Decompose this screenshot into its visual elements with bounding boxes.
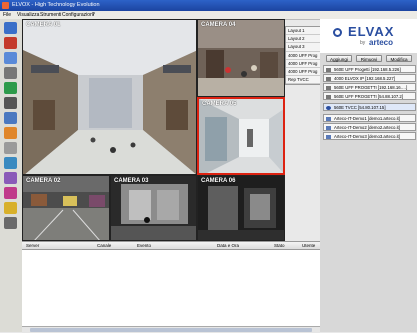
server-icon <box>326 116 331 121</box>
title-bar: ELVOX - High Technology Evolution <box>0 0 417 11</box>
server-icon <box>326 76 331 81</box>
site-item[interactable]: 560E UFF PROGETTI [192.168.16.…] <box>323 83 416 91</box>
record-icon[interactable] <box>4 37 17 49</box>
site-label: 4000 ELVOX IP [192.168.5.227] <box>334 76 395 81</box>
camera-icon[interactable] <box>4 22 17 34</box>
playback-icon[interactable] <box>4 112 17 124</box>
brand-partner: arteco <box>369 38 394 47</box>
layout-item[interactable]: Rep TVCC <box>286 76 320 85</box>
site-item[interactable]: Arteco-IT-Demo3 [demo3.arteco.it] <box>323 132 416 140</box>
site-label: 560E UFF Progetti [192.168.5.226] <box>334 67 401 72</box>
layout-item[interactable]: Layout 1 <box>286 27 320 36</box>
video-grid: CAMERA 01 CAMERA 04 CAMERA 05 CAMERA 02 … <box>22 19 285 241</box>
camera-tile-02[interactable]: CAMERA 02 <box>22 175 110 241</box>
site-label: Arteco-IT-Demo2 [demo2.arteco.it] <box>334 125 400 130</box>
camera-tile-01[interactable]: CAMERA 01 <box>22 19 197 175</box>
camera-tile-04[interactable]: CAMERA 04 <box>197 19 285 97</box>
scrollbar-thumb[interactable] <box>30 328 312 332</box>
layout-item[interactable]: 4000 UFF Prog <box>286 52 320 60</box>
column-status[interactable]: Stato <box>274 243 285 248</box>
remove-button[interactable]: Rimuovi <box>356 55 382 62</box>
column-server[interactable]: Server <box>26 243 39 248</box>
column-user[interactable]: Utente <box>302 243 315 248</box>
layout-icon[interactable] <box>4 97 17 109</box>
layout-item[interactable]: 4000 UFF Prog <box>286 60 320 68</box>
tools-icon[interactable] <box>4 217 17 229</box>
menu-file[interactable]: File <box>3 12 11 18</box>
camera-tile-06[interactable]: CAMERA 06 <box>197 175 285 241</box>
add-button[interactable]: Aggiungi <box>326 55 352 62</box>
server-icon <box>326 134 331 139</box>
layout-item[interactable]: Layout 3 <box>286 43 320 52</box>
layout-item[interactable]: Layout 2 <box>286 35 320 44</box>
user-icon[interactable] <box>4 172 17 184</box>
brand-by: by <box>360 40 366 46</box>
menu-visualizza[interactable]: Visualizza <box>17 12 39 18</box>
map-icon[interactable] <box>4 157 17 169</box>
key-icon[interactable] <box>4 202 17 214</box>
column-channel[interactable]: Canale <box>97 243 111 248</box>
camera-label-05: CAMERA 05 <box>202 101 237 107</box>
column-datetime[interactable]: Data e Ora <box>217 243 239 248</box>
site-label: Arteco-IT-Demo3 [demo3.arteco.it] <box>334 134 400 139</box>
app-icon <box>2 2 9 9</box>
camera-label-02: CAMERA 02 <box>26 178 61 184</box>
server-icon <box>326 85 331 90</box>
camera-label-06: CAMERA 06 <box>201 178 236 184</box>
connected-icon <box>326 105 331 110</box>
camera-label-03: CAMERA 03 <box>114 178 149 184</box>
event-log: Server Canale Evento Data e Ora Stato Ut… <box>22 241 320 333</box>
event-icon[interactable] <box>4 127 17 139</box>
left-toolbar <box>0 19 23 332</box>
site-label: Arteco-IT-Demo1 [demo1.arteco.it] <box>334 116 400 121</box>
site-item[interactable]: Arteco-IT-Demo1 [demo1.arteco.it] <box>323 114 416 122</box>
site-item[interactable]: 4000 ELVOX IP [192.168.5.227] <box>323 74 416 82</box>
site-item[interactable]: 560E UFF Progetti [192.168.5.226] <box>323 65 416 73</box>
search-icon[interactable] <box>4 142 17 154</box>
settings-icon[interactable] <box>4 187 17 199</box>
event-log-header: Server Canale Evento Data e Ora Stato Ut… <box>22 242 320 250</box>
action-row: Aggiungi Rimuovi Modifica <box>320 55 417 62</box>
elvox-logo-icon <box>333 28 342 37</box>
server-icon <box>326 94 331 99</box>
monitor-icon[interactable] <box>4 52 17 64</box>
menu-configurazioni[interactable]: Configurazioni <box>62 12 94 18</box>
site-label: 560E UFF PROGETTI [192.168.16.…] <box>334 85 408 90</box>
menu-strumenti[interactable]: Strumenti <box>40 12 61 18</box>
network-icon[interactable] <box>4 82 17 94</box>
window-title: ELVOX - High Technology Evolution <box>12 2 100 8</box>
layout-item[interactable]: 4000 UFF Prog <box>286 68 320 77</box>
site-item[interactable]: 560E UFF PROGETTI [54.88.107.2] <box>323 92 416 100</box>
brand-area: ELVAX by arteco <box>320 19 417 53</box>
layout-list: Layout 1 Layout 2 Layout 3 4000 UFF Prog… <box>285 26 321 86</box>
camera-tile-03[interactable]: CAMERA 03 <box>110 175 197 241</box>
site-item[interactable]: Arteco-IT-Demo2 [demo2.arteco.it] <box>323 123 416 131</box>
server-icon <box>326 125 331 130</box>
column-event[interactable]: Evento <box>137 243 151 248</box>
grid-icon[interactable] <box>4 67 17 79</box>
camera-tile-05[interactable]: CAMERA 05 <box>197 97 285 175</box>
site-label: 560E TVCC [54.80.107.15] <box>334 105 386 110</box>
server-icon <box>326 67 331 72</box>
right-panel: ELVAX by arteco Aggiungi Rimuovi Modific… <box>320 19 417 332</box>
edit-button[interactable]: Modifica <box>386 55 412 62</box>
site-label: 560E UFF PROGETTI [54.88.107.2] <box>334 94 404 99</box>
site-item-active[interactable]: 560E TVCC [54.80.107.15] <box>323 103 416 111</box>
menu-help[interactable]: ? <box>92 12 95 18</box>
camera-label-01: CAMERA 01 <box>26 22 61 28</box>
camera-label-04: CAMERA 04 <box>201 22 236 28</box>
brand-name: ELVAX <box>348 24 395 39</box>
